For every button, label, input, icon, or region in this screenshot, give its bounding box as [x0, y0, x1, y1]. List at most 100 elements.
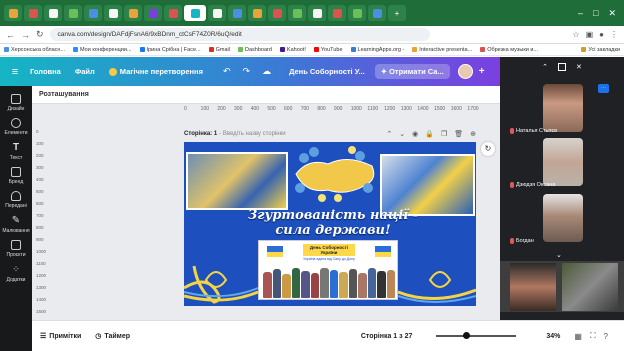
bookmark-item[interactable]: Gmail — [208, 47, 230, 53]
video-call-panel: ⌃ ✕ ⋯ Наталья Стьпєв Дзюдзя Оксана Богда… — [500, 57, 624, 320]
zoom-value[interactable]: 34% — [546, 333, 560, 340]
redo-icon[interactable]: ↷ — [243, 66, 251, 77]
kahoot-icon — [279, 47, 285, 52]
minimize-icon[interactable]: – — [578, 8, 583, 19]
magic-switch-button[interactable]: Магічне перетворення — [108, 67, 203, 76]
undo-icon[interactable]: ↶ — [223, 66, 231, 77]
slide-canvas[interactable]: Згуртованість нації - сила держави! День… — [184, 142, 476, 306]
timer-button[interactable]: ◷ Таймер — [95, 332, 130, 341]
elements-icon — [10, 118, 21, 128]
bookmark-item[interactable]: Херсонська обласн... — [4, 47, 65, 53]
maximize-icon[interactable]: □ — [593, 8, 598, 19]
close-panel-icon[interactable]: ✕ — [576, 63, 582, 71]
rail-draw[interactable]: ✎ Малювання — [2, 215, 29, 234]
tab-5[interactable] — [84, 5, 102, 21]
lock-icon[interactable]: 🔒 — [425, 130, 434, 138]
bookmark-item[interactable]: LearningApps.org - — [350, 47, 404, 53]
bookmark-item[interactable]: Обрезка музыки и... — [480, 47, 538, 53]
tab-4[interactable] — [64, 5, 82, 21]
tab-11[interactable] — [208, 5, 226, 21]
rail-apps[interactable]: ⁘ Додатки — [7, 264, 26, 283]
grid-view-icon[interactable]: ▦ — [574, 332, 582, 341]
tab-7[interactable] — [124, 5, 142, 21]
crowd-photo-right[interactable] — [380, 154, 475, 216]
tab-9[interactable] — [164, 5, 182, 21]
bookmark-item[interactable]: Мои конференции... — [73, 47, 132, 53]
extensions-icon[interactable]: ▣ — [586, 30, 594, 39]
tab-canva-active[interactable] — [184, 5, 206, 21]
menu-home[interactable]: Головна — [30, 67, 61, 76]
tab-19[interactable] — [368, 5, 386, 21]
star-icon[interactable]: ☆ — [572, 30, 579, 39]
layout-grid-icon[interactable] — [558, 63, 566, 71]
menu-kebab-icon[interactable]: ⋮ — [610, 30, 618, 39]
reload-icon[interactable]: ↻ — [36, 29, 44, 40]
tab-12[interactable] — [228, 5, 246, 21]
participant-tile[interactable]: Дзюдзя Оксана — [510, 135, 605, 188]
tab-17[interactable] — [328, 5, 346, 21]
hamburger-menu-icon[interactable]: ≡ — [0, 66, 30, 78]
profile-icon[interactable]: ● — [599, 30, 604, 39]
add-collaborator-icon[interactable]: + — [479, 66, 485, 77]
bookmark-item[interactable]: Ірина Срібна | Face... — [139, 47, 201, 53]
move-down-icon[interactable]: ⌄ — [399, 130, 405, 138]
tab-13[interactable] — [248, 5, 266, 21]
ruler-tick: 300 — [36, 165, 44, 170]
tab-8[interactable] — [144, 5, 162, 21]
zoom-slider-handle[interactable] — [463, 332, 471, 339]
rail-brand[interactable]: Бренд — [9, 167, 23, 185]
rail-uploads[interactable]: Передані — [5, 191, 27, 209]
move-up-icon[interactable]: ⌃ — [386, 130, 392, 138]
bookmark-item[interactable]: Dashboard — [238, 47, 272, 53]
bookmark-item[interactable]: YouTube — [313, 47, 343, 53]
minimize-panel-icon[interactable]: ⌃ — [542, 63, 548, 71]
delete-icon[interactable]: 🗑 — [454, 130, 463, 138]
rail-design[interactable]: Дизайн — [8, 94, 24, 112]
zoom-slider[interactable] — [436, 332, 517, 339]
unity-day-poster[interactable]: День Соборності України Україна єдина ві… — [258, 240, 398, 300]
participant-tile[interactable]: Наталья Стьпєв — [510, 81, 605, 134]
all-bookmarks-folder[interactable]: Усі закладки — [581, 47, 620, 53]
page-counter[interactable]: Сторінка 1 з 27 — [361, 333, 413, 340]
slide-slogan[interactable]: Згуртованість нації - сила держави! — [218, 208, 448, 238]
ruler-tick: 1300 — [400, 106, 412, 112]
menu-file[interactable]: Файл — [75, 67, 95, 76]
url-input[interactable]: canva.com/design/DAFdjFsnA6/9xBDnm_ctCsF… — [49, 28, 430, 41]
participant-tile[interactable]: Богдан — [510, 191, 605, 244]
scroll-down-icon[interactable]: ⌄ — [556, 251, 562, 259]
notes-button[interactable]: ☰ Примітки — [40, 332, 81, 341]
tab-16[interactable] — [308, 5, 326, 21]
tab-1[interactable] — [4, 5, 22, 21]
duplicate-icon[interactable]: ❐ — [441, 130, 447, 138]
refresh-icon[interactable]: ↻ — [481, 142, 495, 156]
bookmark-item[interactable]: Interactive presenta... — [412, 47, 472, 53]
ukraine-map-with-flowers[interactable] — [288, 144, 380, 206]
document-title[interactable]: День Соборності У... — [289, 67, 365, 76]
tab-18[interactable] — [348, 5, 366, 21]
user-avatar[interactable] — [457, 64, 473, 79]
page-title-input[interactable]: - Введіть назву сторінки — [219, 131, 285, 137]
add-page-icon[interactable]: ⊕ — [470, 130, 476, 138]
rail-text[interactable]: T Текст — [10, 142, 23, 161]
rail-elements[interactable]: Елементи — [4, 118, 28, 136]
new-tab-button[interactable]: + — [388, 5, 406, 21]
tab-6[interactable] — [104, 5, 122, 21]
close-icon[interactable]: ✕ — [608, 8, 616, 19]
rail-projects[interactable]: Проєкти — [6, 240, 26, 258]
participant-tile[interactable] — [500, 261, 624, 312]
tab-3[interactable] — [44, 5, 62, 21]
back-icon[interactable]: ← — [6, 30, 15, 40]
tab-15[interactable] — [288, 5, 306, 21]
get-pro-button[interactable]: ✦ Отримати Са... — [374, 64, 450, 79]
cloud-saved-icon[interactable]: ☁ — [262, 66, 271, 77]
canva-favicon-icon — [190, 8, 200, 18]
forward-icon[interactable]: → — [21, 30, 30, 40]
tab-14[interactable] — [268, 5, 286, 21]
apps-grid-icon: ⁘ — [12, 264, 20, 274]
help-icon[interactable]: ? — [604, 332, 608, 341]
fullscreen-icon[interactable]: ⛶ — [590, 331, 596, 341]
crowd-photo-left[interactable] — [186, 152, 288, 210]
bookmark-item[interactable]: Kahoot! — [279, 47, 306, 53]
tab-2[interactable] — [24, 5, 42, 21]
hide-page-icon[interactable]: ◉ — [412, 130, 418, 138]
